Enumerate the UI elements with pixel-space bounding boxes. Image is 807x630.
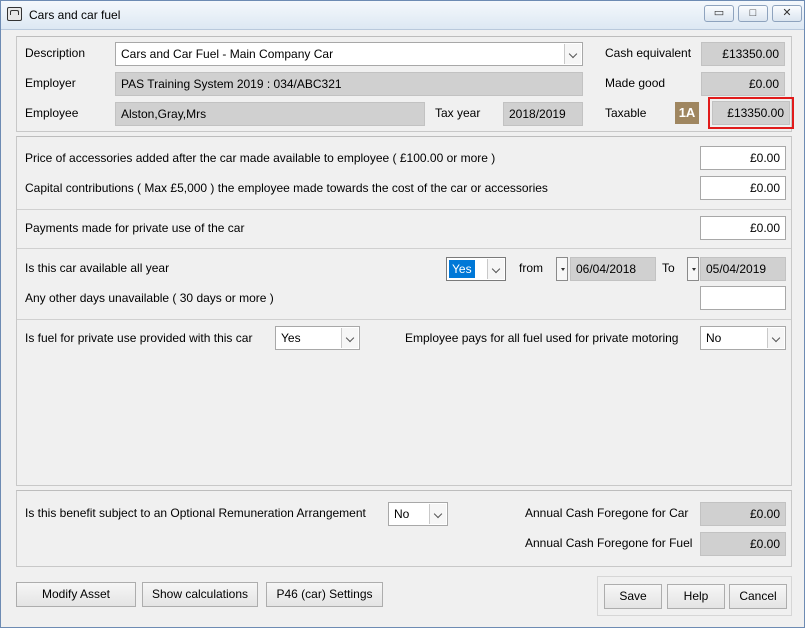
divider (17, 319, 791, 320)
private-use-payments-label: Payments made for private use of the car (25, 221, 245, 235)
cash-equivalent-value: £13350.00 (722, 47, 779, 61)
maximize-button[interactable]: □ (738, 5, 768, 22)
from-date-picker-button[interactable] (556, 257, 568, 281)
available-all-year-label: Is this car available all year (25, 261, 170, 275)
cash-foregone-fuel-label: Annual Cash Foregone for Fuel (525, 536, 693, 550)
taxable-value: £13350.00 (727, 106, 784, 120)
capital-contributions-value: £0.00 (749, 181, 780, 195)
tax-year-value: 2018/2019 (509, 107, 566, 121)
employee-pays-fuel-value: No (706, 331, 722, 345)
available-all-year-select[interactable]: Yes (446, 257, 506, 281)
employer-value: PAS Training System 2019 : 034/ABC321 (121, 77, 342, 91)
chevron-down-icon (564, 44, 581, 64)
minimize-button[interactable]: ▭ (704, 5, 734, 22)
capital-contributions-input[interactable]: £0.00 (700, 176, 786, 200)
cash-foregone-fuel-field: £0.00 (700, 532, 786, 556)
class-1a-badge: 1A (675, 102, 699, 124)
chevron-down-icon (487, 259, 504, 279)
employer-label: Employer (25, 76, 76, 90)
accessories-price-label: Price of accessories added after the car… (25, 151, 496, 165)
modify-asset-button[interactable]: Modify Asset (16, 582, 136, 607)
close-icon: ✕ (782, 7, 792, 19)
fuel-provided-label: Is fuel for private use provided with th… (25, 331, 253, 345)
to-date-picker-button[interactable] (687, 257, 699, 281)
employee-field: Alston,Gray,Mrs (115, 102, 425, 126)
title-bar[interactable]: Cars and car fuel ▭ □ ✕ (1, 1, 804, 30)
description-label: Description (25, 46, 86, 60)
taxable-label: Taxable (605, 106, 647, 120)
ora-label: Is this benefit subject to an Optional R… (25, 506, 366, 520)
divider (17, 209, 791, 210)
made-good-field: £0.00 (701, 72, 785, 96)
to-date-field[interactable]: 05/04/2019 (700, 257, 786, 281)
dialog-actions-group: Save Help Cancel (597, 576, 792, 616)
close-button[interactable]: ✕ (772, 5, 802, 22)
employee-pays-fuel-select[interactable]: No (700, 326, 786, 350)
cash-foregone-car-label: Annual Cash Foregone for Car (525, 506, 689, 520)
p46-car-settings-button[interactable]: P46 (car) Settings (266, 582, 383, 607)
cars-and-car-fuel-window: Cars and car fuel ▭ □ ✕ Description Cars… (0, 0, 805, 628)
benefit-details-panel: Price of accessories added after the car… (16, 136, 792, 486)
cash-equivalent-field: £13350.00 (701, 42, 785, 66)
ora-select[interactable]: No (388, 502, 448, 526)
chevron-down-icon (341, 328, 358, 348)
save-button[interactable]: Save (604, 584, 662, 609)
other-days-unavailable-input[interactable] (700, 286, 786, 310)
employee-label: Employee (25, 106, 79, 120)
taxable-field: £13350.00 (712, 101, 790, 125)
to-label: To (662, 261, 675, 275)
employee-value: Alston,Gray,Mrs (121, 107, 207, 121)
made-good-value: £0.00 (748, 77, 779, 91)
private-use-payments-value: £0.00 (749, 221, 780, 235)
made-good-label: Made good (605, 76, 666, 90)
from-date-field[interactable]: 06/04/2018 (570, 257, 656, 281)
fuel-provided-value: Yes (281, 331, 301, 345)
header-panel: Description Cars and Car Fuel - Main Com… (16, 36, 794, 132)
ora-value: No (394, 507, 410, 521)
chevron-down-icon (767, 328, 784, 348)
employer-field: PAS Training System 2019 : 034/ABC321 (115, 72, 583, 96)
cancel-button[interactable]: Cancel (729, 584, 787, 609)
capital-contributions-label: Capital contributions ( Max £5,000 ) the… (25, 181, 548, 195)
cash-foregone-fuel-value: £0.00 (749, 537, 780, 551)
cash-foregone-car-field: £0.00 (700, 502, 786, 526)
maximize-icon: □ (749, 7, 757, 19)
minimize-icon: ▭ (713, 7, 725, 19)
optional-remuneration-panel: Is this benefit subject to an Optional R… (16, 490, 792, 567)
cash-equivalent-label: Cash equivalent (605, 46, 692, 60)
accessories-price-input[interactable]: £0.00 (700, 146, 786, 170)
chevron-down-icon (429, 504, 446, 524)
to-date-value: 05/04/2019 (706, 262, 767, 276)
from-date-value: 06/04/2018 (576, 262, 637, 276)
fuel-provided-select[interactable]: Yes (275, 326, 360, 350)
employee-pays-fuel-label: Employee pays for all fuel used for priv… (405, 331, 679, 345)
private-use-payments-input[interactable]: £0.00 (700, 216, 786, 240)
description-select[interactable]: Cars and Car Fuel - Main Company Car (115, 42, 583, 66)
available-all-year-value: Yes (449, 260, 475, 278)
help-button[interactable]: Help (667, 584, 725, 609)
description-value: Cars and Car Fuel - Main Company Car (121, 47, 334, 61)
car-app-icon (7, 7, 22, 21)
cash-foregone-car-value: £0.00 (749, 507, 780, 521)
tax-year-field: 2018/2019 (503, 102, 583, 126)
divider (17, 248, 791, 249)
accessories-price-value: £0.00 (749, 151, 780, 165)
show-calculations-button[interactable]: Show calculations (142, 582, 258, 607)
window-title: Cars and car fuel (29, 8, 121, 22)
tax-year-label: Tax year (435, 106, 481, 120)
from-label: from (519, 261, 543, 275)
other-days-unavailable-label: Any other days unavailable ( 30 days or … (25, 291, 274, 305)
